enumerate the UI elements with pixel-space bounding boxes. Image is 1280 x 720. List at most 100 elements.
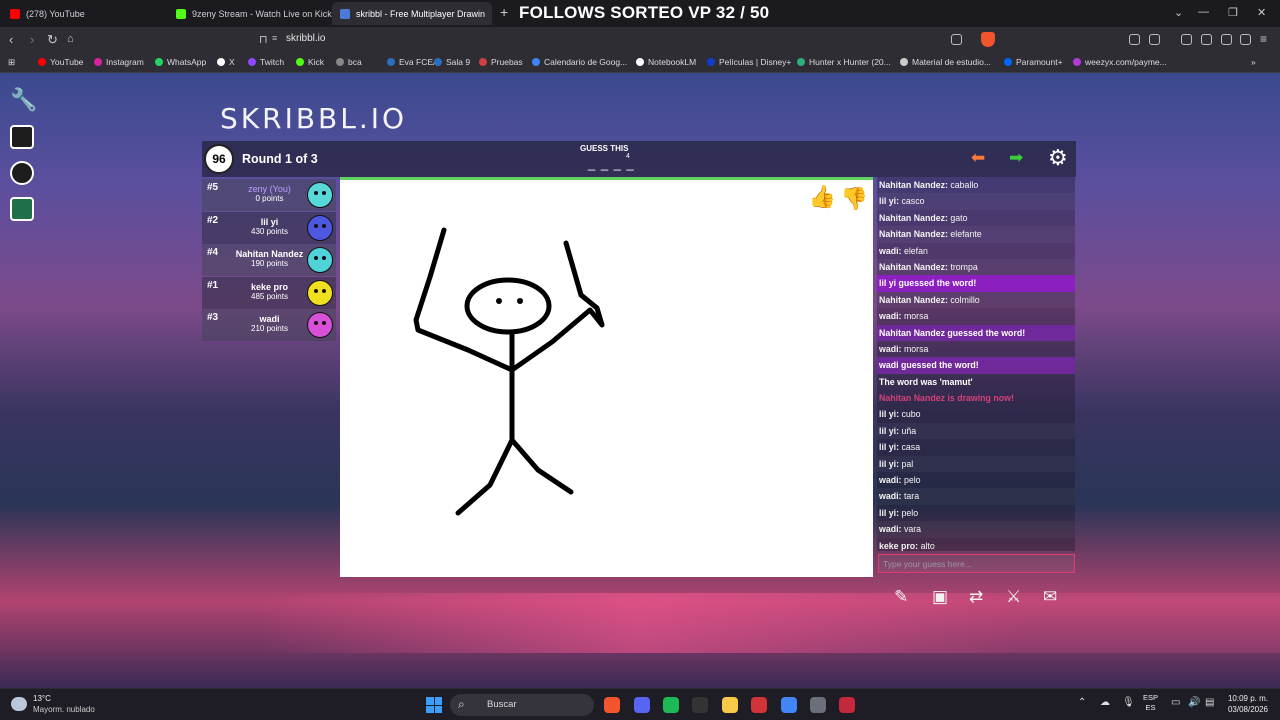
player-points: 485 points (251, 291, 288, 301)
forward-button[interactable]: › (30, 32, 34, 47)
bookmark-item[interactable]: Paramount+ (1004, 57, 1063, 67)
maximize-button[interactable]: ❐ (1228, 6, 1238, 19)
bookmark-item[interactable]: Sala 9 (434, 57, 470, 67)
apps-grid-icon[interactable]: ⊞ (8, 57, 15, 68)
menu-icon[interactable]: ≡ (1260, 32, 1267, 46)
close-tab-icon[interactable]: ✕ (491, 7, 492, 20)
extensions-icon[interactable] (1129, 34, 1140, 45)
bookmark-item[interactable]: Películas | Disney+ (707, 57, 791, 67)
discord-app-icon[interactable] (634, 697, 650, 713)
file-explorer-app-icon[interactable] (722, 697, 738, 713)
bookmark-item[interactable]: WhatsApp (155, 57, 206, 67)
player-row[interactable]: #4 Nahitan Nandez 190 points (202, 244, 336, 276)
network-icon[interactable]: ▤ (1205, 697, 1214, 708)
bookmark-item[interactable]: Kick (296, 57, 324, 67)
bookmark-item[interactable]: YouTube (38, 57, 83, 67)
bookmark-icon[interactable]: ⊓ (259, 33, 268, 46)
player-row[interactable]: #1 keke pro 485 points (202, 276, 336, 309)
chat-text: trompa (950, 261, 978, 272)
thumbs-up-icon[interactable]: 👍 (809, 184, 836, 210)
chat-text: Nahitan Nandez is drawing now! (879, 393, 1014, 404)
tab-youtube[interactable]: (278) YouTube (2, 2, 168, 25)
chrome-app-icon[interactable] (781, 697, 797, 713)
minimize-button[interactable]: — (1198, 6, 1209, 18)
player-row[interactable]: #3 wadi 210 points (202, 309, 336, 341)
bookmark-item[interactable]: X (217, 57, 235, 67)
search-label: Buscar (487, 699, 517, 710)
translate-icon[interactable] (951, 34, 962, 45)
swap-icon[interactable]: ⇄ (969, 587, 983, 607)
bookmark-label: YouTube (50, 57, 84, 67)
wrench-icon[interactable]: 🔧 (10, 87, 37, 112)
reload-button[interactable]: ↻ (47, 32, 58, 48)
guess-input[interactable] (878, 554, 1075, 573)
more-bookmarks-icon[interactable]: » (1251, 57, 1256, 67)
back-button[interactable]: ‹ (9, 32, 13, 47)
drawing-canvas[interactable]: 👍 👎 (340, 177, 873, 577)
chat-message: lil yi: cubo (877, 406, 1075, 422)
onedrive-icon[interactable]: ☁ (1100, 697, 1110, 708)
wallet-icon[interactable] (1240, 34, 1251, 45)
steam-app-icon[interactable] (810, 697, 826, 713)
mail-icon[interactable]: ✉ (1043, 587, 1057, 607)
microphone-icon[interactable]: 🎙 (1122, 697, 1135, 708)
thumbs-down-icon[interactable]: 👎 (841, 186, 868, 212)
tab-search-icon[interactable]: ⌄ (1174, 6, 1183, 19)
bookmark-item[interactable]: Eva FCEA (387, 57, 439, 67)
chat-user: wadi: (879, 245, 902, 256)
weather-cloud-icon[interactable] (11, 697, 27, 711)
bookmark-item[interactable]: weezyx.com/payme... (1073, 57, 1167, 67)
eye-icon[interactable] (10, 161, 34, 185)
taskbar-search[interactable]: ⌕ Buscar (450, 694, 594, 716)
tab-kick[interactable]: 9zeny Stream - Watch Live on Kick (168, 2, 332, 25)
brave-app-icon[interactable] (604, 697, 620, 713)
arrow-right-icon[interactable]: ➡ (1009, 148, 1023, 168)
player-row[interactable]: #2 lil yi 430 points (202, 211, 336, 244)
chevron-up-icon[interactable]: ⌃ (1078, 697, 1086, 708)
chart-icon[interactable] (10, 197, 34, 221)
swords-icon[interactable]: ⚔ (1006, 587, 1021, 607)
display-icon[interactable]: ▭ (1171, 697, 1180, 708)
bookmark-item[interactable]: Calendario de Goog... (532, 57, 627, 67)
site-info-icon[interactable]: ≡ (272, 33, 277, 43)
close-window-button[interactable]: ✕ (1257, 6, 1266, 19)
arrow-left-icon[interactable]: ⬅ (971, 148, 985, 168)
player-row[interactable]: #5 zeny (You) 0 points (202, 179, 336, 211)
media-icon[interactable] (1181, 34, 1192, 45)
bookmark-item[interactable]: NotebookLM (636, 57, 696, 67)
bookmark-item[interactable]: Twitch (248, 57, 284, 67)
app-red-2-icon[interactable] (839, 697, 855, 713)
bookmark-item[interactable]: Pruebas (479, 57, 523, 67)
bookmark-item[interactable]: Material de estudio... (900, 57, 991, 67)
player-points: 190 points (251, 259, 288, 268)
pencil-icon[interactable]: ✎ (894, 587, 908, 607)
player-name: wadi (259, 314, 280, 324)
volume-icon[interactable]: 🔊 (1188, 697, 1200, 708)
bookmark-label: Material de estudio... (912, 57, 991, 67)
tab-skribbl[interactable]: skribbl - Free Multiplayer Drawin ✕ (332, 2, 492, 25)
epic-games-app-icon[interactable] (692, 697, 708, 713)
home-button[interactable]: ⌂ (67, 33, 74, 45)
bookmark-item[interactable]: bca (336, 57, 362, 67)
system-clock[interactable]: 10:09 p. m. 03/08/2026 (1226, 693, 1268, 715)
bookmark-label: X (229, 57, 235, 67)
chat-user: Nahitan Nandez: (879, 229, 948, 240)
brave-shields-icon[interactable] (981, 32, 995, 47)
settings-gear-icon[interactable]: ⚙ (1048, 145, 1068, 171)
windows-start-icon[interactable] (426, 697, 442, 713)
sidebar-icon[interactable] (1201, 34, 1212, 45)
leo-ai-icon[interactable] (1221, 34, 1232, 45)
spotify-app-icon[interactable] (663, 697, 679, 713)
url-field[interactable]: skribbl.io (286, 33, 325, 44)
chat-text: tara (903, 491, 920, 502)
language-indicator[interactable]: ESP ES (1143, 693, 1158, 713)
collection-icon[interactable] (10, 125, 34, 149)
bookmark-item[interactable]: Hunter x Hunter (20... (797, 57, 891, 67)
bookmark-item[interactable]: Instagram (94, 57, 144, 67)
chat-message: Nahitan Nandez: elefante (877, 226, 1075, 243)
save-icon[interactable]: ▣ (932, 587, 948, 607)
app-red-icon[interactable] (751, 697, 767, 713)
vpn-icon[interactable] (1149, 34, 1160, 45)
chat-user: lil yi: (879, 458, 900, 469)
new-tab-button[interactable]: + (500, 4, 508, 20)
